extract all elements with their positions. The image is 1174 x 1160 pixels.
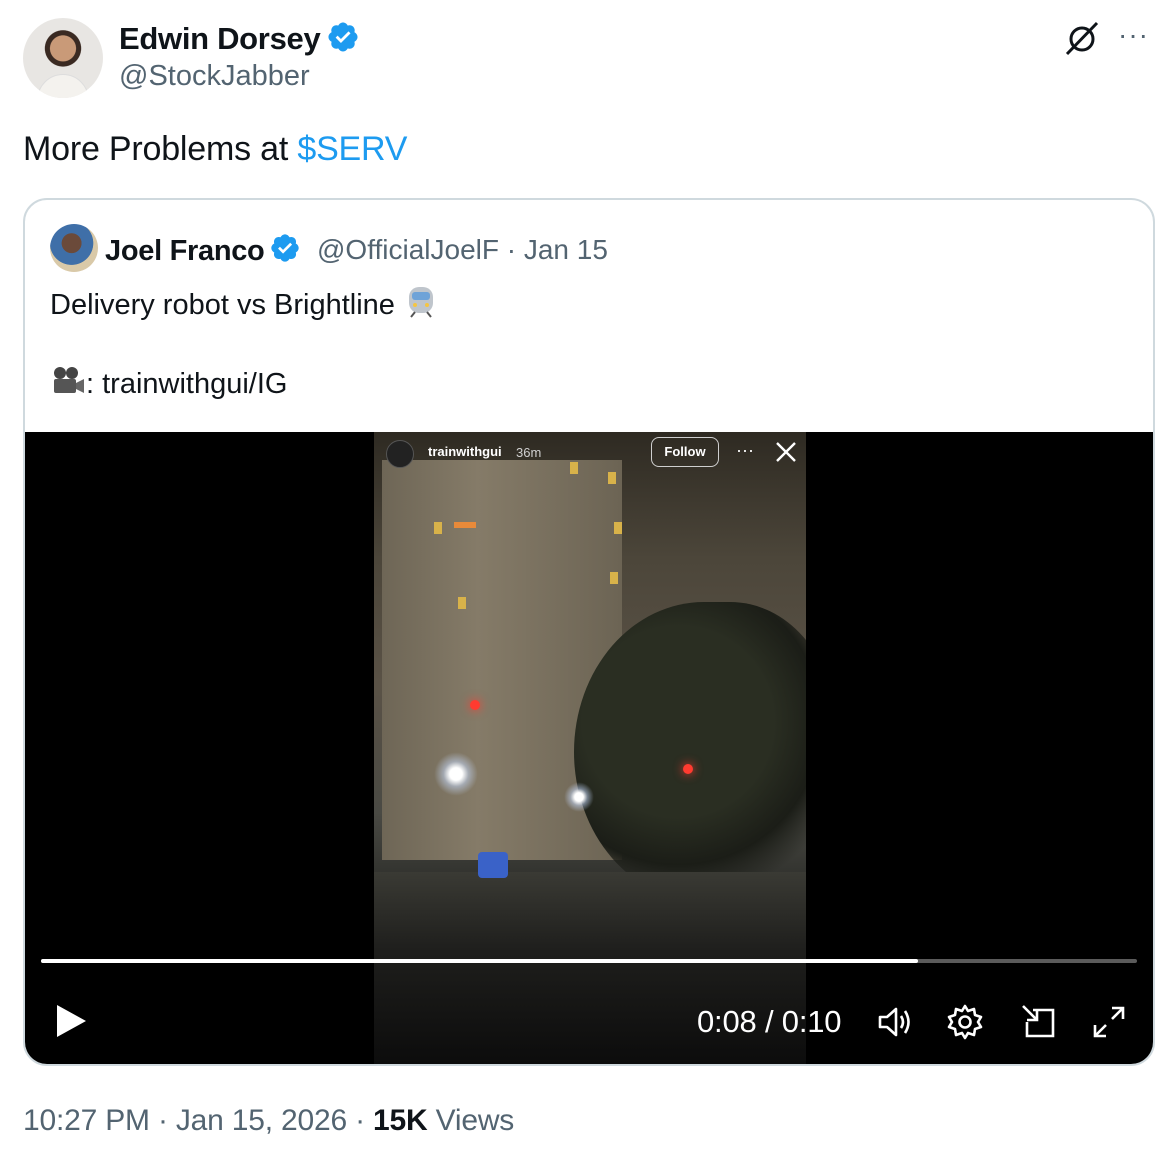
fullscreen-icon[interactable] xyxy=(1089,1002,1129,1042)
meta-separator: · xyxy=(506,234,517,265)
movie-camera-emoji-icon xyxy=(54,367,84,393)
picture-in-picture-icon[interactable] xyxy=(1019,1002,1059,1042)
current-time: 0:08 xyxy=(697,1004,757,1039)
quoted-author-avatar[interactable] xyxy=(50,224,98,272)
quoted-author-handle[interactable]: @OfficialJoelF xyxy=(317,234,499,265)
quoted-author-name-text[interactable]: Joel Franco xyxy=(105,235,265,267)
quoted-text-line2-body: : trainwithgui/IG xyxy=(86,368,288,400)
more-options-button[interactable]: ··· xyxy=(1118,21,1149,49)
time-readout: 0:08 / 0:10 xyxy=(697,1004,842,1040)
author-avatar[interactable] xyxy=(23,18,103,98)
quoted-tweet[interactable]: Joel Franco @OfficialJoelF · Jan 15 Deli… xyxy=(23,198,1155,1066)
cashtag-link[interactable]: $SERV xyxy=(297,130,407,168)
time-separator: / xyxy=(756,1004,782,1039)
quoted-author-name[interactable]: Joel Franco xyxy=(105,232,301,268)
footer-separator: · xyxy=(346,1104,374,1137)
play-icon[interactable] xyxy=(53,1002,89,1040)
post-time[interactable]: 10:27 PM xyxy=(23,1104,150,1137)
author-name-text[interactable]: Edwin Dorsey xyxy=(119,21,321,56)
volume-icon[interactable] xyxy=(875,1002,915,1042)
author-handle[interactable]: @StockJabber xyxy=(119,60,310,93)
ig-more-icon: ··· xyxy=(736,440,754,460)
ig-username: trainwithgui xyxy=(428,444,502,459)
duration: 0:10 xyxy=(781,1004,842,1039)
ig-follow-button: Follow xyxy=(651,437,719,467)
grok-icon[interactable] xyxy=(1062,18,1102,58)
video-player[interactable]: trainwithgui 36m Follow ··· 0:08 / 0:10 xyxy=(25,432,1153,1064)
settings-gear-icon[interactable] xyxy=(945,1002,985,1042)
views-label: Views xyxy=(427,1104,515,1137)
video-frame[interactable]: trainwithgui 36m Follow ··· xyxy=(374,432,806,1064)
progress-fill[interactable] xyxy=(41,959,918,963)
quoted-date[interactable]: Jan 15 xyxy=(524,234,608,265)
verified-badge-icon xyxy=(328,22,358,52)
verified-badge-icon xyxy=(271,234,300,262)
author-name[interactable]: Edwin Dorsey xyxy=(119,20,360,57)
tweet-text: More Problems at $SERV xyxy=(23,130,407,169)
quoted-text-line2: : trainwithgui/IG xyxy=(50,364,287,401)
quoted-text-line1: Delivery robot vs Brightline xyxy=(50,284,439,322)
ig-time: 36m xyxy=(516,445,542,460)
ig-close-icon xyxy=(776,442,796,462)
delivery-robot-image xyxy=(478,852,508,878)
quoted-text-line1-body: Delivery robot vs Brightline xyxy=(50,289,395,321)
views-count: 15K xyxy=(373,1104,428,1137)
tweet-timestamp[interactable]: 10:27 PM · Jan 15, 2026 · 15K Views xyxy=(23,1104,514,1138)
tweet-text-body: More Problems at xyxy=(23,130,298,168)
ig-avatar xyxy=(386,440,414,468)
quoted-meta: @OfficialJoelF · Jan 15 xyxy=(317,234,608,266)
train-emoji-icon xyxy=(408,287,433,318)
post-date[interactable]: Jan 15, 2026 xyxy=(176,1104,347,1137)
footer-separator: · xyxy=(149,1104,176,1137)
